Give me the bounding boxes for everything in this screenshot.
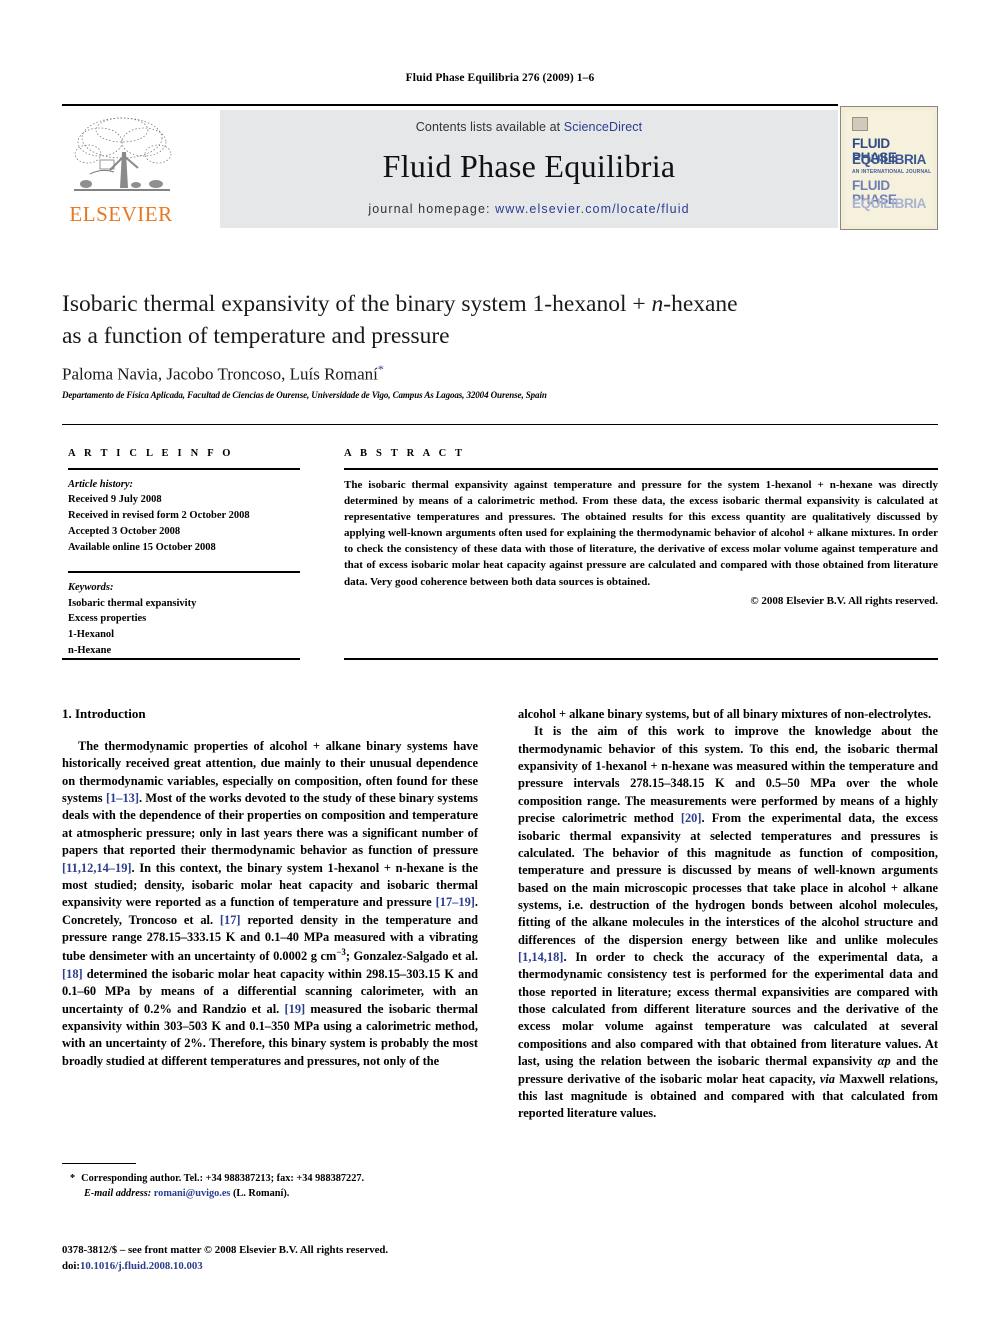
citation-17[interactable]: [17]: [220, 913, 241, 927]
keywords-label: Keywords:: [68, 581, 114, 593]
imprint-block: 0378-3812/$ – see front matter © 2008 El…: [62, 1243, 522, 1274]
journal-homepage-line: journal homepage: www.elsevier.com/locat…: [220, 202, 838, 216]
title-italic-n: n: [651, 291, 664, 317]
info-band-bottom-rule-left: [62, 658, 300, 660]
aim-text-b: . From the experimental data, the excess…: [518, 811, 938, 947]
section-heading-introduction: 1. Introduction: [62, 706, 146, 721]
elsevier-wordmark: ELSEVIER: [69, 202, 173, 226]
journal-masthead: ELSEVIER Contents lists available at Sci…: [62, 104, 938, 232]
email-link[interactable]: romani@uvigo.es: [154, 1188, 231, 1199]
paper-title: Isobaric thermal expansivity of the bina…: [62, 288, 862, 353]
cover-line-2: EQUILIBRIA: [852, 152, 927, 167]
homepage-link[interactable]: www.elsevier.com/locate/fluid: [495, 202, 689, 216]
history-accepted: Accepted 3 October 2008: [68, 525, 181, 537]
cover-subtitle: AN INTERNATIONAL JOURNAL: [852, 169, 932, 175]
title-part-c: -hexane: [663, 291, 738, 317]
intro-paragraph-left: The thermodynamic properties of alcohol …: [62, 738, 478, 1070]
cover-line-4: EQUILIBRIA: [852, 196, 927, 211]
elsevier-logo: ELSEVIER: [62, 110, 180, 230]
cover-inner: FLUID PHASE EQUILIBRIA AN INTERNATIONAL …: [845, 111, 933, 225]
info-band-bottom-rule-right: [344, 658, 938, 660]
paper-page: Fluid Phase Equilibria 276 (2009) 1–6 EL…: [0, 0, 992, 1323]
email-address-label: E-mail address:: [84, 1187, 152, 1199]
superscript-minus-3: −3: [336, 947, 346, 958]
article-info-rule: [68, 468, 300, 470]
keyword-2: Excess properties: [68, 613, 147, 625]
article-history-label: Article history:: [68, 478, 134, 490]
abstract-text: The isobaric thermal expansivity against…: [344, 478, 938, 588]
history-online: Available online 15 October 2008: [68, 541, 216, 553]
abstract-column: A B S T R A C T The isobaric thermal exp…: [344, 448, 938, 607]
body-column-left: 1. Introduction The thermodynamic proper…: [62, 706, 478, 1070]
article-info-column: A R T I C L E I N F O Article history: R…: [68, 448, 300, 659]
cover-elsevier-icon: [852, 117, 868, 131]
abstract-rule: [344, 468, 938, 470]
affiliation: Departamento de Física Aplicada, Faculta…: [62, 390, 547, 400]
keyword-4: n-Hexane: [68, 644, 112, 656]
citation-17-19[interactable]: [17–19]: [436, 895, 475, 909]
footnote-separator-rule: [62, 1163, 136, 1165]
citation-1-14-18[interactable]: [1,14,18]: [518, 950, 563, 964]
corresponding-author-text: Corresponding author. Tel.: +34 98838721…: [81, 1173, 365, 1184]
keywords-rule: [68, 571, 300, 573]
author-list: Paloma Navia, Jacobo Troncoso, Luís Roma…: [62, 362, 862, 385]
email-note: E-mail address: romani@uvigo.es (L. Roma…: [62, 1187, 478, 1202]
intro-text-f: ; Gonzalez-Salgado et al.: [345, 949, 478, 964]
email-owner: (L. Romaní).: [232, 1187, 290, 1199]
masthead-top-rule: [62, 104, 838, 106]
symbol-alpha-p: αp: [877, 1054, 891, 1069]
citation-20[interactable]: [20]: [681, 811, 702, 825]
contents-lists-line: Contents lists available at ScienceDirec…: [220, 120, 838, 134]
body-column-right: alcohol + alkane binary systems, but of …: [518, 706, 938, 1123]
citation-1-13[interactable]: [1–13]: [106, 791, 139, 805]
aim-paragraph: It is the aim of this work to improve th…: [518, 723, 938, 1122]
doi-label: doi:: [62, 1259, 80, 1272]
journal-cover-thumbnail: FLUID PHASE EQUILIBRIA AN INTERNATIONAL …: [840, 106, 938, 230]
abstract-copyright: © 2008 Elsevier B.V. All rights reserved…: [750, 594, 938, 607]
keyword-1: Isobaric thermal expansivity: [68, 597, 197, 609]
elsevier-tree-icon: [70, 112, 174, 200]
corresponding-author-note: * Corresponding author. Tel.: +34 9883872…: [62, 1172, 478, 1187]
homepage-prefix: journal homepage:: [368, 202, 496, 216]
contents-prefix: Contents lists available at: [415, 120, 564, 134]
doi-line: doi:10.1016/j.fluid.2008.10.003: [62, 1259, 522, 1275]
aim-text-c: . In order to check the accuracy of the …: [518, 950, 938, 1069]
title-part-a: Isobaric thermal expansivity of the bina…: [62, 291, 652, 317]
keyword-3: 1-Hexanol: [68, 629, 115, 641]
citation-11-12-14-19[interactable]: [11,12,14–19]: [62, 861, 132, 875]
journal-title: Fluid Phase Equilibria: [382, 148, 676, 184]
latin-via: via: [819, 1071, 835, 1086]
doi-link[interactable]: 10.1016/j.fluid.2008.10.003: [80, 1260, 203, 1272]
corresponding-author-marker[interactable]: *: [378, 362, 384, 376]
sciencedirect-link[interactable]: ScienceDirect: [564, 120, 642, 134]
issn-front-matter: 0378-3812/$ – see front matter © 2008 El…: [62, 1244, 389, 1256]
intro-paragraph-continued: alcohol + alkane binary systems, but of …: [518, 707, 932, 721]
author-names: Paloma Navia, Jacobo Troncoso, Luís Roma…: [62, 364, 378, 384]
citation-18[interactable]: [18]: [62, 967, 83, 981]
footnote-marker: *: [70, 1173, 76, 1184]
article-info-heading: A R T I C L E I N F O: [68, 448, 234, 459]
info-band-top-rule: [62, 424, 938, 425]
sciencedirect-band: Contents lists available at ScienceDirec…: [220, 110, 838, 228]
abstract-heading: A B S T R A C T: [344, 448, 466, 459]
title-line-2: as a function of temperature and pressur…: [62, 323, 450, 350]
running-head: Fluid Phase Equilibria 276 (2009) 1–6: [405, 72, 595, 84]
history-received: Received 9 July 2008: [68, 494, 162, 506]
citation-19[interactable]: [19]: [285, 1002, 306, 1016]
history-revised: Received in revised form 2 October 2008: [68, 510, 250, 522]
footnote-block: * Corresponding author. Tel.: +34 9883872…: [62, 1172, 478, 1202]
